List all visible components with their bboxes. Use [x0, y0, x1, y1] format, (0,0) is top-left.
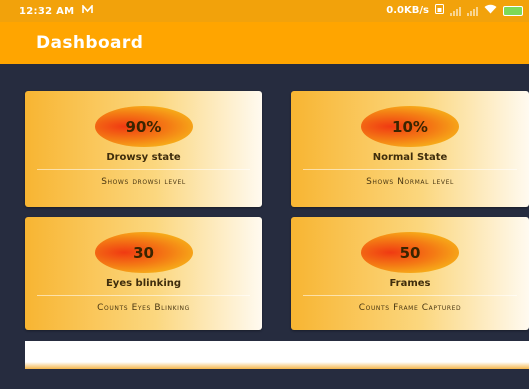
n-notification-icon: [82, 3, 94, 17]
status-right: 0.0KB/s: [386, 4, 523, 17]
drowsy-state-card[interactable]: 90% Drowsy state Shows drowsi level: [25, 91, 262, 207]
status-bar: 12:32 AM 0.0KB/s: [0, 0, 529, 22]
card-title: Frames: [389, 278, 431, 289]
signal-icon: [467, 6, 478, 16]
card-title: Normal State: [372, 152, 448, 163]
card-divider: [303, 295, 517, 296]
card-subtitle: Counts Frame Captured: [358, 303, 462, 313]
card-subtitle: Shows Normal level: [366, 177, 454, 187]
sim-icon: [435, 4, 444, 17]
card-subtitle: Counts Eyes Blinking: [97, 303, 190, 313]
bottom-panel: [25, 341, 529, 369]
card-divider: [37, 169, 250, 170]
frames-card[interactable]: 50 Frames Counts Frame Captured: [291, 217, 529, 330]
drowsy-value-badge: 90%: [94, 106, 193, 147]
status-left: 12:32 AM: [19, 3, 94, 17]
dashboard-screen: 12:32 AM 0.0KB/s Dashboard 90% Drowsy st…: [0, 0, 529, 389]
wifi-icon: [484, 4, 497, 17]
card-title: Drowsy state: [106, 152, 181, 163]
page-title: Dashboard: [36, 33, 144, 53]
signal-icon: [450, 6, 461, 16]
normal-value-badge: 10%: [361, 106, 459, 147]
normal-state-card[interactable]: 10% Normal State Shows Normal level: [291, 91, 529, 207]
app-bar: Dashboard: [0, 22, 529, 64]
eyes-blinking-card[interactable]: 30 Eyes blinking Counts Eyes Blinking: [25, 217, 262, 330]
card-divider: [37, 295, 250, 296]
card-divider: [303, 169, 517, 170]
network-speed: 0.0KB/s: [386, 5, 429, 16]
frame-count-badge: 50: [361, 232, 459, 273]
card-subtitle: Shows drowsi level: [101, 177, 186, 187]
status-time: 12:32 AM: [19, 5, 75, 17]
card-title: Eyes blinking: [105, 278, 182, 289]
blink-count-badge: 30: [94, 232, 193, 273]
battery-icon: [503, 5, 523, 16]
